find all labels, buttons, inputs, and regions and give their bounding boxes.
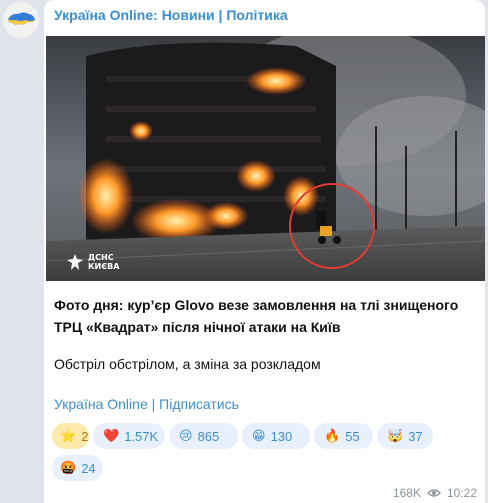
channel-title[interactable]: Україна Online: Новини | Політика [54, 7, 288, 23]
reaction-fire[interactable]: 🔥 55 [314, 423, 373, 449]
message-meta: 168K 10:22 [393, 486, 477, 500]
reaction-count: 55 [345, 428, 360, 444]
channel-avatar[interactable] [3, 2, 39, 38]
reaction-count: 24 [81, 460, 96, 476]
subscribe-link[interactable]: Україна Online | Підписатись [54, 396, 239, 412]
reaction-count: 2 [81, 428, 89, 444]
reaction-grinning[interactable]: 😁 130 [242, 423, 310, 449]
crying-face-icon: 😢 [179, 428, 193, 443]
post-body: Обстріл обстрілом, а зміна за розкладом [54, 356, 321, 372]
reaction-star[interactable]: ⭐ 2 [52, 423, 89, 449]
reaction-count: 865 [197, 428, 220, 444]
reaction-count: 130 [270, 428, 293, 444]
photo-credit-line1: ДСНС [88, 253, 114, 262]
photo-credit-line2: КИЄВА [88, 262, 120, 271]
message-time: 10:22 [446, 486, 477, 500]
reaction-exploding-head[interactable]: 🤯 37 [377, 423, 433, 449]
reaction-count: 37 [408, 428, 423, 444]
post-photo[interactable]: ДСНС КИЄВА [46, 36, 485, 281]
star-icon: ⭐ [60, 428, 77, 443]
heart-icon: ❤️ [103, 428, 120, 443]
view-count: 168K [392, 486, 421, 500]
fire-icon: 🔥 [324, 428, 341, 443]
reaction-crying[interactable]: 😢 865 [169, 423, 238, 449]
post-headline: Фото дня: кур’єр Glovo везе замовлення н… [54, 297, 459, 335]
reaction-count: 1.57K [124, 428, 159, 444]
eye-icon [427, 489, 441, 497]
dsns-emblem-icon [67, 254, 83, 270]
grinning-face-icon: 😁 [252, 428, 266, 443]
angry-face-icon: 🤬 [60, 460, 77, 475]
exploding-head-icon: 🤯 [387, 428, 404, 443]
message-bubble: Україна Online: Новини | Політика ДСНС К… [44, 0, 485, 503]
photo-credit: ДСНС КИЄВА [66, 253, 119, 271]
reaction-angry[interactable]: 🤬 24 [52, 455, 103, 481]
reaction-heart[interactable]: ❤️ 1.57K [93, 423, 165, 449]
